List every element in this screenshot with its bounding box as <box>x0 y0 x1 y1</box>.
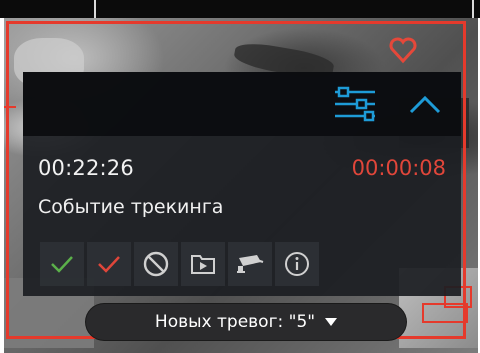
event-elapsed: 00:00:08 <box>351 156 446 180</box>
tracking-frame-mark <box>4 106 16 108</box>
new-alarms-dropdown[interactable]: Новых тревог: "5" <box>86 304 406 340</box>
archive-button[interactable] <box>181 242 225 286</box>
confirm-alarm-button[interactable] <box>87 242 131 286</box>
archive-icon <box>191 255 215 274</box>
event-panel: 00:22:26 00:00:08 Событие трекинга <box>23 72 461 296</box>
filter-icon[interactable] <box>333 84 377 124</box>
new-alarms-label: Новых тревог: "5" <box>154 312 316 332</box>
event-panel-header <box>23 72 461 136</box>
camera-icon <box>237 255 264 273</box>
event-actions <box>40 242 319 286</box>
caret-down-icon <box>325 318 338 326</box>
camera-button[interactable] <box>228 242 272 286</box>
top-strip <box>0 0 480 18</box>
top-strip-divider <box>94 0 96 18</box>
confirm-button[interactable] <box>40 242 84 286</box>
event-title: Событие трекинга <box>38 196 224 218</box>
confirm-icon <box>51 256 73 273</box>
info-icon <box>285 252 309 276</box>
heart-icon[interactable] <box>388 36 418 64</box>
confirm-red-icon <box>98 256 120 273</box>
top-strip-divider <box>472 0 474 18</box>
event-time: 00:22:26 <box>38 156 134 180</box>
ignore-icon <box>143 251 169 277</box>
ignore-button[interactable] <box>134 242 178 286</box>
chevron-up-icon[interactable] <box>407 90 443 118</box>
info-button[interactable] <box>275 242 319 286</box>
